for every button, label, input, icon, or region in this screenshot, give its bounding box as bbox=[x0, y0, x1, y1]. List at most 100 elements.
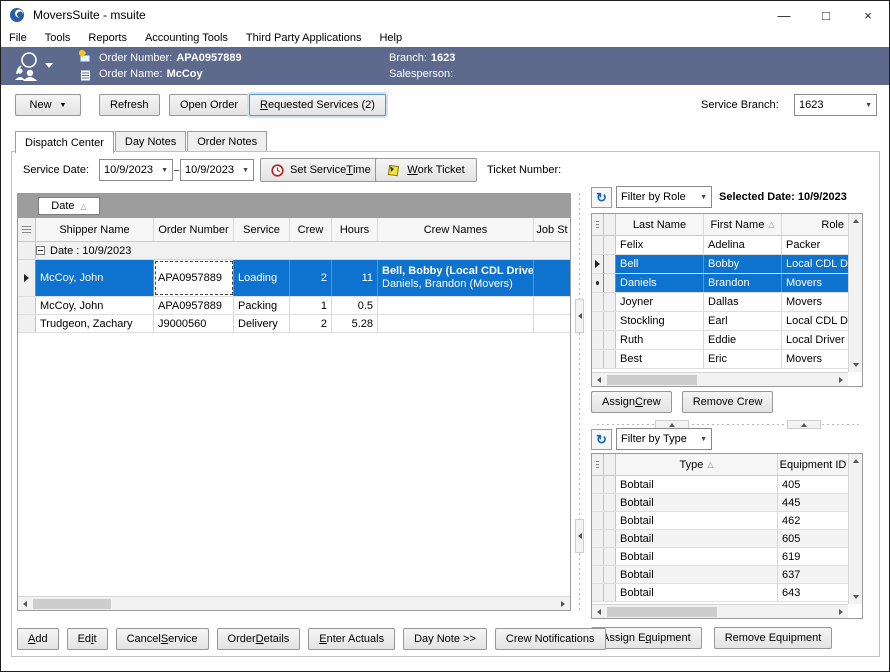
services-grid-hscrollbar[interactable] bbox=[18, 596, 570, 610]
crew-row-joyner[interactable]: Joyner Dallas Movers bbox=[592, 293, 848, 312]
open-order-button[interactable]: Open Order bbox=[169, 94, 249, 116]
scrollbar-thumb[interactable] bbox=[607, 375, 697, 385]
crew-row-bell[interactable]: Bell Bobby Local CDL D bbox=[592, 255, 848, 274]
service-date-from-select[interactable]: 10/9/2023 ▼ bbox=[99, 159, 173, 181]
menu-file[interactable]: File bbox=[9, 32, 36, 44]
scroll-right-icon[interactable] bbox=[834, 373, 848, 387]
equipment-row[interactable]: Bobtail 637 bbox=[592, 566, 848, 584]
group-by-date-chip[interactable]: Date △ bbox=[38, 197, 100, 215]
refresh-crew-button[interactable]: ↻ bbox=[591, 187, 612, 208]
menu-tools[interactable]: Tools bbox=[36, 32, 80, 44]
crew-grid-header: Last Name First Name △ Role bbox=[592, 214, 848, 236]
filter-by-type-select[interactable]: Filter by Type ▼ bbox=[616, 428, 712, 450]
remove-crew-button[interactable]: Remove Crew bbox=[682, 391, 774, 413]
col-last-name[interactable]: Last Name bbox=[616, 214, 704, 235]
scroll-down-icon[interactable] bbox=[849, 358, 863, 372]
scroll-up-icon[interactable] bbox=[849, 454, 863, 468]
requested-services-button[interactable]: Requested Services (2) bbox=[249, 94, 386, 116]
new-dropdown-icon[interactable]: ▼ bbox=[60, 102, 67, 109]
col-type[interactable]: Type △ bbox=[616, 454, 778, 475]
service-date-to-select[interactable]: 10/9/2023 ▼ bbox=[180, 159, 254, 181]
crew-row-daniels[interactable]: Daniels Brandon Movers bbox=[592, 274, 848, 293]
edit-button[interactable]: Edit bbox=[67, 628, 108, 650]
assign-crew-button[interactable]: Assign Crew bbox=[591, 391, 672, 413]
col-first-name[interactable]: First Name △ bbox=[704, 214, 782, 235]
profile-menu-icon[interactable] bbox=[11, 50, 63, 82]
service-row-delivery[interactable]: Trudgeon, Zachary J9000560 Delivery 2 5.… bbox=[18, 315, 570, 333]
tab-order-notes[interactable]: Order Notes bbox=[187, 131, 267, 152]
col-hours[interactable]: Hours bbox=[332, 218, 378, 241]
collapse-left-icon[interactable] bbox=[575, 299, 584, 333]
col-shipper-name[interactable]: Shipper Name bbox=[36, 218, 154, 241]
tab-day-notes[interactable]: Day Notes bbox=[115, 131, 186, 152]
service-row-packing[interactable]: McCoy, John APA0957889 Packing 1 0.5 bbox=[18, 297, 570, 315]
work-ticket-icon bbox=[387, 164, 401, 177]
day-note-button[interactable]: Day Note >> bbox=[403, 628, 487, 650]
minimize-button[interactable]: — bbox=[763, 1, 805, 29]
work-ticket-button[interactable]: Work Ticket bbox=[375, 158, 477, 182]
assign-equipment-button[interactable]: Assign Equipment bbox=[591, 627, 702, 649]
col-role[interactable]: Role bbox=[782, 214, 848, 235]
service-branch-select[interactable]: 1623 ▼ bbox=[794, 94, 877, 116]
column-chooser-icon[interactable] bbox=[18, 218, 36, 241]
column-chooser-icon[interactable] bbox=[592, 454, 604, 475]
collapse-left-icon[interactable] bbox=[575, 519, 584, 553]
col-order-number[interactable]: Order Number bbox=[154, 218, 234, 241]
close-button[interactable]: × bbox=[847, 1, 889, 29]
equipment-row[interactable]: Bobtail 445 bbox=[592, 494, 848, 512]
enter-actuals-button[interactable]: Enter Actuals bbox=[308, 628, 395, 650]
col-crew-names[interactable]: Crew Names bbox=[378, 218, 534, 241]
crew-row-stockling[interactable]: Stockling Earl Local CDL D bbox=[592, 312, 848, 331]
tab-strip: Dispatch Center Day Notes Order Notes bbox=[15, 131, 268, 152]
crew-row-felix[interactable]: Felix Adelina Packer bbox=[592, 236, 848, 255]
menu-reports[interactable]: Reports bbox=[79, 32, 136, 44]
group-row-date[interactable]: Date : 10/9/2023 bbox=[18, 242, 570, 260]
scrollbar-thumb[interactable] bbox=[607, 607, 717, 617]
maximize-button[interactable]: □ bbox=[805, 1, 847, 29]
collapse-icon[interactable] bbox=[36, 246, 45, 255]
vertical-splitter[interactable] bbox=[575, 193, 584, 611]
collapse-up-icon[interactable] bbox=[787, 420, 821, 429]
equipment-row[interactable]: Bobtail 605 bbox=[592, 530, 848, 548]
col-crew[interactable]: Crew bbox=[290, 218, 332, 241]
services-grid: Date △ Shipper Name Order Number Service… bbox=[17, 193, 571, 611]
add-button[interactable]: Add bbox=[17, 628, 59, 650]
refresh-button[interactable]: Refresh bbox=[99, 94, 160, 116]
crew-row-best[interactable]: Best Eric Movers bbox=[592, 350, 848, 369]
set-service-time-button[interactable]: Set Service Time bbox=[260, 158, 382, 182]
equipment-row[interactable]: Bobtail 462 bbox=[592, 512, 848, 530]
order-details-button[interactable]: Order Details bbox=[217, 628, 301, 650]
equipment-row[interactable]: Bobtail 619 bbox=[592, 548, 848, 566]
filter-by-role-select[interactable]: Filter by Role ▼ bbox=[616, 186, 712, 208]
scroll-left-icon[interactable] bbox=[592, 373, 606, 387]
col-job-status[interactable]: Job St bbox=[534, 218, 570, 241]
col-equipment-id[interactable]: Equipment ID bbox=[778, 454, 848, 475]
order-number-value: APA0957889 bbox=[176, 52, 241, 64]
scroll-right-icon[interactable] bbox=[834, 605, 848, 619]
tab-dispatch-center[interactable]: Dispatch Center bbox=[15, 131, 114, 153]
service-row-loading[interactable]: McCoy, John APA0957889 Loading 2 11 Bell… bbox=[18, 260, 570, 297]
equipment-row[interactable]: Bobtail 405 bbox=[592, 476, 848, 494]
crew-notifications-button[interactable]: Crew Notifications bbox=[495, 628, 606, 650]
menu-accounting-tools[interactable]: Accounting Tools bbox=[136, 32, 237, 44]
scroll-down-icon[interactable] bbox=[849, 590, 863, 604]
remove-equipment-button[interactable]: Remove Equipment bbox=[714, 627, 833, 649]
scroll-right-icon[interactable] bbox=[556, 597, 570, 611]
equipment-row[interactable]: Bobtail 643 bbox=[592, 584, 848, 602]
menu-help[interactable]: Help bbox=[370, 32, 411, 44]
new-button[interactable]: New ▼ bbox=[15, 94, 81, 116]
refresh-equipment-button[interactable]: ↻ bbox=[591, 429, 612, 450]
menu-third-party-applications[interactable]: Third Party Applications bbox=[237, 32, 371, 44]
scroll-left-icon[interactable] bbox=[592, 605, 606, 619]
crew-grid-vscrollbar[interactable] bbox=[848, 214, 862, 372]
scroll-left-icon[interactable] bbox=[18, 597, 32, 611]
scrollbar-thumb[interactable] bbox=[33, 599, 111, 609]
crew-grid-hscrollbar[interactable] bbox=[592, 372, 848, 386]
crew-row-ruth[interactable]: Ruth Eddie Local Driver bbox=[592, 331, 848, 350]
equipment-grid-vscrollbar[interactable] bbox=[848, 454, 862, 604]
col-service[interactable]: Service bbox=[234, 218, 290, 241]
column-chooser-icon[interactable] bbox=[592, 214, 604, 235]
cancel-service-button[interactable]: Cancel Service bbox=[116, 628, 209, 650]
equipment-grid-hscrollbar[interactable] bbox=[592, 604, 848, 618]
scroll-up-icon[interactable] bbox=[849, 214, 863, 228]
